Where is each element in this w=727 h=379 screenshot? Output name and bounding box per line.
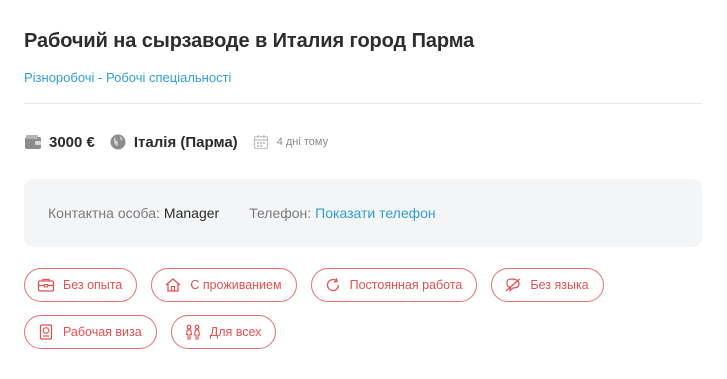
job-category-link[interactable]: Різноробочі - Робочі спеціальності — [24, 70, 231, 85]
show-phone-link[interactable]: Показати телефон — [315, 205, 436, 221]
job-title[interactable]: Рабочий на сырзаводе в Италия город Парм… — [24, 30, 474, 53]
salary-value: 3000 € — [49, 133, 95, 151]
divider — [24, 103, 702, 104]
contact-box: Контактна особа: Manager Телефон: Показа… — [24, 179, 702, 247]
people-icon — [184, 323, 202, 341]
refresh-icon — [324, 276, 342, 294]
tag-with-housing[interactable]: С проживанием — [151, 268, 297, 302]
tag-label: Без опыта — [63, 278, 123, 292]
tag-permanent-job[interactable]: Постоянная работа — [310, 268, 478, 302]
tag-label: Без языка — [530, 278, 589, 292]
tag-row: Без опыта С проживанием Постоянная работ… — [24, 268, 714, 302]
passport-icon — [37, 323, 55, 341]
tag-work-visa[interactable]: Рабочая виза — [24, 315, 157, 349]
tag-label: Для всех — [209, 325, 262, 339]
contact-person-label: Контактна особа: — [48, 205, 160, 221]
job-card: Рабочий на сырзаводе в Италия город Парм… — [0, 0, 727, 379]
posted-date: 4 дні тому — [276, 136, 329, 148]
globe-icon — [109, 133, 127, 151]
tag-label: С проживанием — [190, 278, 282, 292]
tag-no-experience[interactable]: Без опыта — [24, 268, 138, 302]
posted-item: 4 дні тому — [252, 133, 328, 151]
tag-row: Рабочая виза Для всех — [24, 315, 714, 349]
contact-person-value: Manager — [163, 205, 220, 221]
phone-label: Телефон: — [249, 205, 312, 221]
calendar-icon — [252, 133, 270, 151]
salary-item: 3000 € — [24, 133, 95, 151]
briefcase-icon — [37, 276, 55, 294]
job-tags: Без опыта С проживанием Постоянная работ… — [24, 268, 714, 362]
tag-for-everyone[interactable]: Для всех — [170, 315, 277, 349]
job-meta: 3000 € Італія (Парма) 4 дні тому — [24, 131, 342, 153]
tag-no-language[interactable]: Без языка — [491, 268, 604, 302]
location-item: Італія (Парма) — [109, 133, 238, 151]
house-icon — [164, 276, 182, 294]
no-speech-icon — [504, 276, 522, 294]
tag-label: Постоянная работа — [349, 278, 463, 292]
location-value: Італія (Парма) — [133, 133, 238, 151]
tag-label: Рабочая виза — [63, 325, 142, 339]
wallet-icon — [24, 133, 42, 151]
